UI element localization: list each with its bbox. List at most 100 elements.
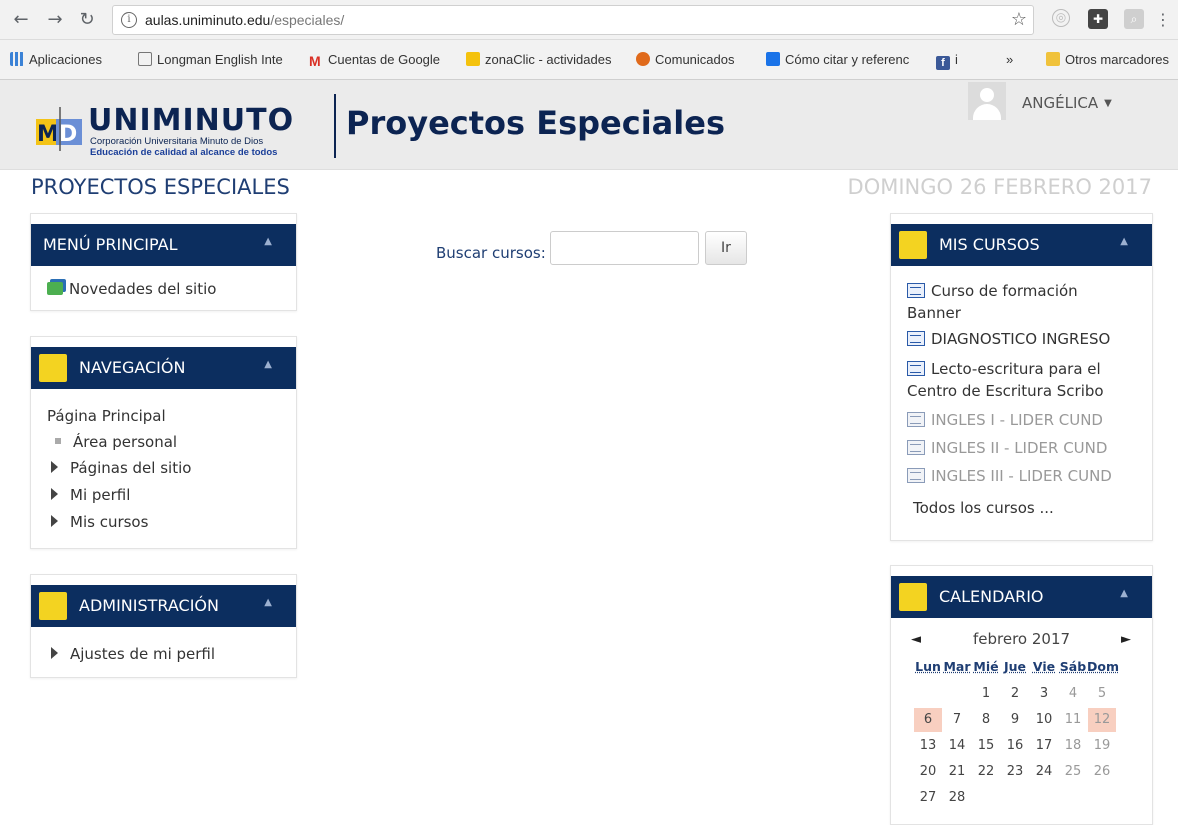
course-item-hidden[interactable]: INGLES I - LIDER CUND: [907, 411, 1103, 429]
calendar-day[interactable]: 23: [1001, 760, 1029, 784]
admin-label: Ajustes de mi perfil: [70, 645, 215, 663]
calendar-day[interactable]: 1: [972, 682, 1000, 706]
calendar-day[interactable]: 7: [943, 708, 971, 732]
calendar-day[interactable]: 15: [972, 734, 1000, 758]
extension-code-icon[interactable]: ✚: [1088, 9, 1108, 29]
nav-root-pagina-principal[interactable]: Página Principal: [47, 407, 166, 425]
course-item[interactable]: DIAGNOSTICO INGRESO: [907, 330, 1110, 348]
bookmark-comunicados[interactable]: Comunicados: [636, 52, 735, 67]
course-item-hidden[interactable]: INGLES III - LIDER CUND: [907, 467, 1112, 485]
calendar-day[interactable]: 28: [943, 786, 971, 810]
bookmark-citar[interactable]: Cómo citar y referenc: [766, 52, 909, 67]
calendar-day[interactable]: 19: [1088, 734, 1116, 758]
calendar-day[interactable]: 2: [1001, 682, 1029, 706]
calendar-day[interactable]: 25: [1059, 760, 1087, 784]
calendar-day[interactable]: 11: [1059, 708, 1087, 732]
extension-search-icon[interactable]: ⌕: [1124, 9, 1144, 29]
nav-item-mis-cursos[interactable]: Mis cursos: [51, 513, 148, 531]
facebook-icon: f: [936, 56, 950, 70]
calendar-day[interactable]: 26: [1088, 760, 1116, 784]
bookmark-other[interactable]: Otros marcadores: [1046, 52, 1169, 67]
logo-subtitle: Corporación Universitaria Minuto de Dios: [90, 136, 263, 147]
course-search-input[interactable]: [550, 231, 699, 265]
course-title: DIAGNOSTICO INGRESO: [931, 330, 1110, 348]
calendar-day[interactable]: 20: [914, 760, 942, 784]
user-menu[interactable]: ANGÉLICA ▼: [1022, 94, 1112, 112]
block-title: NAVEGACIÓN: [79, 358, 185, 377]
calendar-day[interactable]: 27: [914, 786, 942, 810]
calendar-day[interactable]: 22: [972, 760, 1000, 784]
bookmark-zonaclic[interactable]: zonaClic - actividades: [466, 52, 611, 67]
calendar-day[interactable]: 6: [914, 708, 942, 732]
calendar-day[interactable]: 18: [1059, 734, 1087, 758]
calendar-day[interactable]: 5: [1088, 682, 1116, 706]
course-item[interactable]: Curso de formación Banner: [907, 280, 1078, 324]
site-title[interactable]: Proyectos Especiales: [346, 104, 725, 142]
calendar-day[interactable]: 12: [1088, 708, 1116, 732]
admin-item-ajustes-perfil[interactable]: Ajustes de mi perfil: [51, 645, 215, 663]
collapse-icon[interactable]: ▲: [1120, 588, 1128, 599]
course-item-hidden[interactable]: INGLES II - LIDER CUND: [907, 439, 1107, 457]
calendar-day[interactable]: 10: [1030, 708, 1058, 732]
info-icon[interactable]: i: [121, 12, 137, 28]
block-title: ADMINISTRACIÓN: [79, 596, 219, 615]
bookmark-longman[interactable]: Longman English Inte: [138, 52, 283, 67]
user-avatar[interactable]: [968, 82, 1006, 120]
bookmark-apps[interactable]: Aplicaciones: [10, 52, 102, 67]
bookmark-facebook[interactable]: fi: [936, 52, 958, 70]
calendar-weekday: Sáb: [1058, 659, 1088, 674]
calendar-day[interactable]: 9: [1001, 708, 1029, 732]
address-bar[interactable]: i aulas.uniminuto.edu/especiales/ ☆: [112, 5, 1034, 35]
nav-item-area-personal[interactable]: Área personal: [55, 433, 177, 451]
bookmarks-overflow[interactable]: »: [1006, 52, 1013, 67]
calendar-weekday: Mié: [971, 659, 1001, 674]
calendar-day[interactable]: 14: [943, 734, 971, 758]
nav-label: Mi perfil: [70, 486, 130, 504]
back-icon[interactable]: ←: [10, 9, 32, 31]
nav-item-mi-perfil[interactable]: Mi perfil: [51, 486, 130, 504]
collapse-icon[interactable]: ▲: [264, 597, 272, 608]
bookmark-label: i: [955, 52, 958, 67]
page-heading: PROYECTOS ESPECIALES: [31, 175, 290, 199]
bookmark-label: Longman English Inte: [157, 52, 283, 67]
extension-circle-icon[interactable]: ◎: [1052, 9, 1070, 27]
bullet-icon: [55, 438, 61, 444]
avatar-head: [980, 88, 994, 102]
page-date: DOMINGO 26 FEBRERO 2017: [848, 175, 1152, 199]
calendar-day[interactable]: 8: [972, 708, 1000, 732]
search-go-button[interactable]: Ir: [705, 231, 747, 265]
block-menu-principal: MENÚ PRINCIPAL ▲ Novedades del sitio: [30, 213, 297, 311]
menu-item-novedades[interactable]: Novedades del sitio: [47, 280, 216, 298]
nav-label: Área personal: [73, 433, 177, 451]
collapse-icon[interactable]: ▲: [1120, 236, 1128, 247]
calendar-day[interactable]: 3: [1030, 682, 1058, 706]
collapse-icon[interactable]: ▲: [264, 359, 272, 370]
calendar-icon: [899, 583, 927, 611]
bookmark-google-accounts[interactable]: M Cuentas de Google: [309, 52, 440, 68]
calendar-day[interactable]: 13: [914, 734, 942, 758]
reload-icon[interactable]: ↻: [76, 9, 98, 31]
calendar-day[interactable]: 24: [1030, 760, 1058, 784]
calendar-day[interactable]: 16: [1001, 734, 1029, 758]
bookmark-label: Cuentas de Google: [328, 52, 440, 67]
calendar-prev-icon[interactable]: ◄: [911, 632, 921, 647]
gmail-icon: M: [309, 54, 323, 68]
calendar-day[interactable]: 4: [1059, 682, 1087, 706]
block-header: MENÚ PRINCIPAL ▲: [31, 224, 296, 266]
course-item[interactable]: Lecto-escritura para el Centro de Escritu…: [907, 358, 1104, 402]
citar-icon: [766, 52, 780, 66]
bookmark-star-icon[interactable]: ☆: [1011, 9, 1027, 30]
url-host: aulas.uniminuto.edu: [145, 12, 270, 28]
all-courses-link[interactable]: Todos los cursos ...: [913, 499, 1054, 517]
uniminuto-logo-icon[interactable]: M D: [34, 107, 84, 151]
forward-icon[interactable]: →: [44, 9, 66, 31]
calendar-day[interactable]: 17: [1030, 734, 1058, 758]
calendar-day[interactable]: 21: [943, 760, 971, 784]
course-title: INGLES I - LIDER CUND: [931, 411, 1103, 429]
course-title: Lecto-escritura para el: [931, 360, 1101, 378]
nav-item-paginas-sitio[interactable]: Páginas del sitio: [51, 459, 191, 477]
menu-kebab-icon[interactable]: ⋮: [1152, 9, 1174, 31]
collapse-icon[interactable]: ▲: [264, 236, 272, 247]
url-text[interactable]: aulas.uniminuto.edu/especiales/: [145, 12, 344, 28]
calendar-next-icon[interactable]: ►: [1121, 632, 1131, 647]
